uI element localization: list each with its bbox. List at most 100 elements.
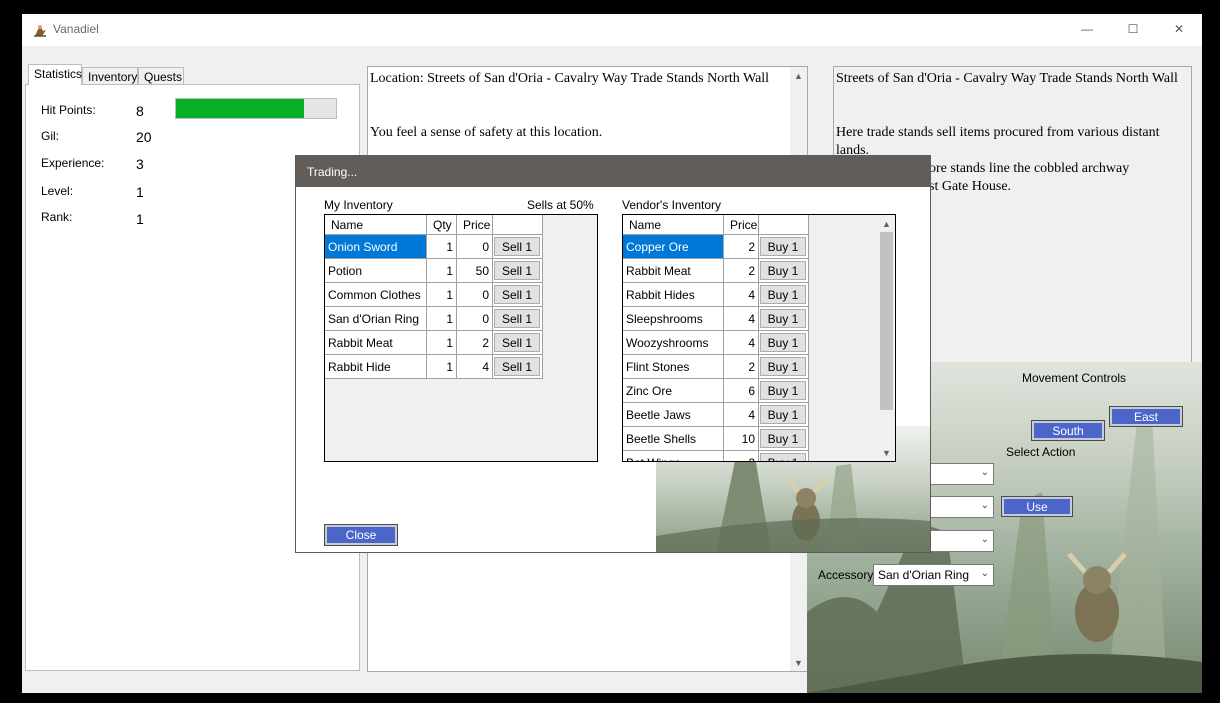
move-south-button[interactable]: South: [1032, 421, 1104, 440]
item-name-cell[interactable]: Rabbit Meat: [325, 330, 427, 355]
item-price-cell[interactable]: 2: [723, 234, 759, 259]
item-price-cell[interactable]: 4: [723, 306, 759, 331]
tab-inventory[interactable]: Inventory: [82, 67, 138, 84]
item-qty-cell[interactable]: 1: [426, 330, 457, 355]
close-dialog-button[interactable]: Close: [325, 525, 397, 545]
column-header-name[interactable]: Name: [623, 215, 724, 235]
scrollbar-thumb[interactable]: [880, 232, 893, 410]
table-row[interactable]: Bat Wings2Buy 1: [623, 450, 809, 461]
column-header-action: [492, 215, 543, 235]
buy-1-button[interactable]: Buy 1: [760, 333, 806, 352]
dialog-title-bar[interactable]: Trading...: [296, 156, 930, 187]
table-row[interactable]: Rabbit Hides 4 Buy 1: [623, 282, 809, 307]
table-row[interactable]: Common Clothes 1 0 Sell 1: [325, 282, 543, 307]
sell-1-button[interactable]: Sell 1: [494, 261, 540, 280]
accessory-select[interactable]: San d'Orian Ring ⌄: [873, 564, 994, 586]
sell-1-button[interactable]: Sell 1: [494, 333, 540, 352]
table-row[interactable]: Rabbit Hide 1 4 Sell 1: [325, 354, 543, 379]
item-action-cell: Sell 1: [492, 306, 543, 331]
item-name-cell[interactable]: Potion: [325, 258, 427, 283]
item-price-cell[interactable]: 4: [723, 282, 759, 307]
item-name-cell[interactable]: Zinc Ore: [623, 378, 724, 403]
tab-statistics[interactable]: Statistics: [28, 64, 82, 85]
item-name-cell[interactable]: Beetle Shells: [623, 426, 724, 451]
use-button[interactable]: Use: [1002, 497, 1072, 516]
column-header-price[interactable]: Price: [723, 215, 759, 235]
item-name-cell[interactable]: Onion Sword: [325, 234, 427, 259]
my-inventory-grid[interactable]: Name Qty Price Onion Sword 1 0 Sell 1 Potion…: [324, 214, 598, 462]
item-action-cell: Sell 1: [492, 234, 543, 259]
item-name-cell[interactable]: Rabbit Hide: [325, 354, 427, 379]
minimize-button[interactable]: —: [1064, 14, 1110, 44]
item-name-cell[interactable]: Copper Ore: [623, 234, 724, 259]
buy-1-button[interactable]: Buy 1: [760, 237, 806, 256]
item-price-cell[interactable]: 0: [456, 306, 493, 331]
table-row[interactable]: Woozyshrooms 4 Buy 1: [623, 330, 809, 355]
item-price-cell[interactable]: 2: [723, 354, 759, 379]
vendor-inventory-grid[interactable]: Name Price Copper Ore 2 Buy 1 Rabbit Meat 2 B…: [622, 214, 896, 462]
table-row[interactable]: Rabbit Meat 1 2 Sell 1: [325, 330, 543, 355]
table-row[interactable]: Potion 1 50 Sell 1: [325, 258, 543, 283]
table-row[interactable]: Beetle Shells 10 Buy 1: [623, 426, 809, 451]
item-name-cell[interactable]: Woozyshrooms: [623, 330, 724, 355]
sell-1-button[interactable]: Sell 1: [494, 237, 540, 256]
scroll-down-arrow-icon[interactable]: ▼: [790, 654, 807, 671]
item-name-cell[interactable]: Bat Wings: [623, 450, 724, 461]
item-qty-cell[interactable]: 1: [426, 258, 457, 283]
column-header-name[interactable]: Name: [325, 215, 427, 235]
table-row[interactable]: Beetle Jaws 4 Buy 1: [623, 402, 809, 427]
column-header-price[interactable]: Price: [456, 215, 493, 235]
buy-1-button[interactable]: Buy 1: [760, 309, 806, 328]
sell-1-button[interactable]: Sell 1: [494, 285, 540, 304]
item-price-cell[interactable]: 0: [456, 234, 493, 259]
column-header-qty[interactable]: Qty: [426, 215, 457, 235]
buy-1-button[interactable]: Buy 1: [760, 285, 806, 304]
item-price-cell[interactable]: 2: [456, 330, 493, 355]
scroll-up-arrow-icon[interactable]: ▲: [878, 215, 895, 232]
item-name-cell[interactable]: Sleepshrooms: [623, 306, 724, 331]
item-qty-cell[interactable]: 1: [426, 354, 457, 379]
buy-1-button[interactable]: Buy 1: [760, 381, 806, 400]
item-qty-cell[interactable]: 1: [426, 234, 457, 259]
sell-1-button[interactable]: Sell 1: [494, 357, 540, 376]
scroll-up-arrow-icon[interactable]: ▲: [790, 67, 807, 84]
item-price-cell[interactable]: 4: [456, 354, 493, 379]
item-price-cell[interactable]: 2: [723, 450, 759, 461]
item-price-cell[interactable]: 0: [456, 282, 493, 307]
move-east-button[interactable]: East: [1110, 407, 1182, 426]
item-name-cell[interactable]: Common Clothes: [325, 282, 427, 307]
level-value: 1: [136, 184, 144, 200]
item-qty-cell[interactable]: 1: [426, 306, 457, 331]
table-row[interactable]: Rabbit Meat 2 Buy 1: [623, 258, 809, 283]
item-price-cell[interactable]: 2: [723, 258, 759, 283]
table-row[interactable]: Flint Stones 2 Buy 1: [623, 354, 809, 379]
item-name-cell[interactable]: Beetle Jaws: [623, 402, 724, 427]
table-row[interactable]: Onion Sword 1 0 Sell 1: [325, 234, 543, 259]
vendor-inventory-table: Name Price Copper Ore 2 Buy 1 Rabbit Meat 2 B…: [623, 215, 809, 461]
item-price-cell[interactable]: 6: [723, 378, 759, 403]
table-row[interactable]: Zinc Ore 6 Buy 1: [623, 378, 809, 403]
item-price-cell[interactable]: 10: [723, 426, 759, 451]
item-name-cell[interactable]: San d'Orian Ring: [325, 306, 427, 331]
buy-1-button[interactable]: Buy 1: [760, 429, 806, 448]
table-row[interactable]: San d'Orian Ring 1 0 Sell 1: [325, 306, 543, 331]
item-price-cell[interactable]: 50: [456, 258, 493, 283]
table-row[interactable]: Copper Ore 2 Buy 1: [623, 234, 809, 259]
scroll-down-arrow-icon[interactable]: ▼: [878, 444, 895, 461]
vendor-scrollbar[interactable]: ▲ ▼: [878, 215, 895, 461]
maximize-button[interactable]: ☐: [1110, 14, 1156, 44]
buy-1-button[interactable]: Buy 1: [760, 453, 806, 461]
close-window-button[interactable]: ✕: [1156, 14, 1202, 44]
item-price-cell[interactable]: 4: [723, 402, 759, 427]
buy-1-button[interactable]: Buy 1: [760, 261, 806, 280]
buy-1-button[interactable]: Buy 1: [760, 357, 806, 376]
item-price-cell[interactable]: 4: [723, 330, 759, 355]
sell-1-button[interactable]: Sell 1: [494, 309, 540, 328]
item-name-cell[interactable]: Flint Stones: [623, 354, 724, 379]
buy-1-button[interactable]: Buy 1: [760, 405, 806, 424]
table-row[interactable]: Sleepshrooms 4 Buy 1: [623, 306, 809, 331]
tab-quests[interactable]: Quests: [138, 67, 184, 84]
item-qty-cell[interactable]: 1: [426, 282, 457, 307]
item-name-cell[interactable]: Rabbit Meat: [623, 258, 724, 283]
item-name-cell[interactable]: Rabbit Hides: [623, 282, 724, 307]
